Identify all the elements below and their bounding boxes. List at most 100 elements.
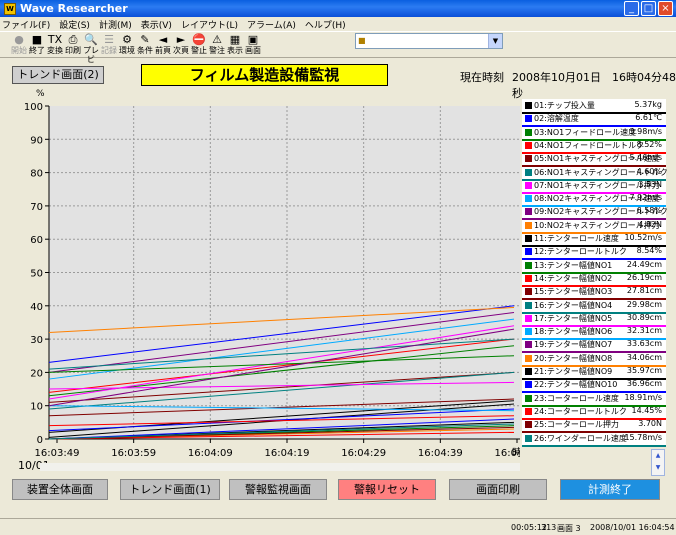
y-tick-label: 60 [30, 235, 43, 246]
alarm-monitor-button[interactable]: 警報監視画面 [229, 479, 327, 500]
toolbar-condition-button[interactable]: ✎ 条件 [136, 34, 154, 58]
toolbar-next-page-button[interactable]: ► 次頁 [172, 34, 190, 58]
legend-name: 22:テンター幅値NO10 [534, 380, 618, 390]
toolbar-display-button[interactable]: ▦ 表示 [226, 34, 244, 58]
toolbar-alarm-stop-button[interactable]: ⛔ 警止 [190, 34, 208, 58]
chart-scrollbar[interactable] [40, 463, 520, 471]
menu-item[interactable]: アラーム(A) [247, 18, 296, 31]
legend-name: 18:テンター幅値NO6 [534, 327, 613, 337]
x-tick-label: 16:04:29 [341, 448, 386, 459]
legend-value: 26.19cm [626, 272, 662, 282]
toolbar-label: 終了 [29, 46, 45, 55]
menu-item[interactable]: 設定(S) [59, 18, 90, 31]
legend-value: 15.78m/s [624, 432, 662, 442]
legend-swatch [525, 208, 532, 216]
legend-name: 21:テンター幅値NO9 [534, 367, 613, 376]
legend-swatch [525, 248, 532, 256]
toolbar-stop-button[interactable]: ■ 終了 [28, 34, 46, 58]
toolbar-convert-button[interactable]: TX 変換 [46, 34, 64, 58]
legend-row[interactable]: 26:ワインダーロール速度 15.78m/s [522, 432, 666, 447]
toolbar-list-button[interactable]: ☰ 記録 [100, 34, 118, 58]
legend-name: 23:コーターロール速度 [534, 393, 619, 403]
legend-value: 7.92m/s [629, 193, 662, 203]
window-title: Wave Researcher [20, 2, 128, 15]
menu-item[interactable]: ファイル(F) [2, 18, 50, 31]
legend-swatch [525, 235, 532, 242]
legend-underline [522, 444, 666, 447]
menu-item[interactable]: 計測(M) [99, 18, 132, 31]
time-value: 2008年10月01日 16時04分48秒 [512, 71, 676, 100]
legend-swatch [525, 314, 532, 322]
toolbar-label: 開始 [11, 46, 27, 55]
toolbar-label: 警注 [209, 46, 225, 55]
legend-swatch [525, 128, 532, 136]
status-datetime: 2008/10/01 16:04:54 [590, 523, 675, 532]
legend-value: 35.97cm [626, 366, 662, 375]
minimize-button[interactable]: _ [624, 1, 639, 16]
toolbar-print-button[interactable]: ⎙ 印刷 [64, 34, 82, 58]
screen-combo[interactable]: ▼ [355, 33, 503, 49]
legend-swatch [525, 368, 532, 375]
toolbar-preview-button[interactable]: 🔍 プレビ [82, 34, 100, 65]
condition-icon: ✎ [140, 33, 150, 46]
legend-name: 26:ワインダーロール速度 [534, 433, 627, 443]
stop-measure-button[interactable]: 計測終了 [560, 479, 660, 500]
toolbar-alarm-note-button[interactable]: ⚠ 警注 [208, 34, 226, 58]
legend-value: 33.63cm [626, 339, 662, 349]
x-tick-label: 16:04:39 [418, 448, 463, 459]
toolbar-record-button[interactable]: ● 開始 [10, 34, 28, 58]
legend-value: 4.82N [638, 219, 662, 229]
toolbar-prev-page-button[interactable]: ◄ 前頁 [154, 34, 172, 58]
legend-name: 20:テンター幅値NO8 [534, 353, 613, 363]
trend-chart: 0 10 20 30 40 50 60 70 80 90 100 16:03:49 16:03:59 16… [24, 102, 520, 459]
x-axis-unit: 時間 [512, 447, 520, 459]
overall-screen-button[interactable]: 装置全体画面 [12, 479, 108, 500]
stop-icon: ■ [31, 33, 43, 46]
legend-name: 02:溶解温度 [534, 114, 579, 124]
toolbar-label: 画面 [245, 46, 261, 55]
legend-swatch [525, 381, 532, 389]
legend-swatch [525, 301, 532, 309]
legend-swatch [525, 328, 532, 336]
toolbar-screen-button[interactable]: ▣ 画面 [244, 34, 262, 58]
legend-name: 25:コーターロール押力 [534, 420, 619, 430]
toolbar-label: 環境 [119, 46, 135, 55]
legend-swatch [525, 407, 532, 415]
legend-name: 03:NO1フィードロール速度 [534, 127, 637, 137]
legend-swatch [525, 354, 532, 362]
legend-swatch [525, 394, 532, 402]
screen-print-button[interactable]: 画面印刷 [449, 479, 547, 500]
legend-value: 3.98m/s [629, 126, 662, 136]
legend-value: 3.53N [638, 179, 662, 189]
close-button[interactable]: × [658, 1, 673, 16]
toolbar-label: 条件 [137, 46, 153, 55]
y-tick-label: 0 [37, 435, 43, 446]
legend-name: 24:コーターロールトルク [534, 406, 627, 416]
legend-name: 14:テンター幅値NO2 [534, 273, 613, 283]
alarm-reset-button[interactable]: 警報リセット [338, 479, 436, 500]
legend-scroll-buttons[interactable]: ▲ ▼ [651, 449, 665, 476]
legend-name: 16:テンター幅値NO4 [534, 300, 613, 310]
screen-icon: ▣ [247, 33, 259, 46]
toolbar-environment-button[interactable]: ⚙ 環境 [118, 34, 136, 58]
chevron-down-icon[interactable]: ▼ [488, 34, 502, 48]
menu-item[interactable]: ヘルプ(H) [305, 18, 346, 31]
legend-name: 01:チップ投入量 [534, 101, 595, 110]
display-icon: ▦ [229, 33, 241, 46]
menu-item[interactable]: 表示(V) [141, 18, 172, 31]
legend-swatch [525, 168, 532, 176]
trend-screen-1-button[interactable]: トレンド画面(1) [120, 479, 220, 500]
legend-value: 30.89cm [626, 312, 662, 322]
toolbar-label: 変換 [47, 46, 63, 55]
y-tick-label: 50 [30, 269, 43, 280]
toolbar-label: 記録 [101, 46, 117, 55]
legend-swatch [525, 274, 532, 282]
maximize-button[interactable]: □ [641, 1, 656, 16]
legend-swatch [525, 221, 532, 229]
legend-value: 10.52m/s [624, 233, 662, 242]
menu-item[interactable]: レイアウト(L) [181, 18, 238, 31]
legend-value: 14.45% [631, 405, 662, 415]
alarm-stop-icon: ⛔ [192, 33, 206, 46]
legend-swatch [525, 181, 532, 189]
legend-swatch [525, 195, 532, 203]
